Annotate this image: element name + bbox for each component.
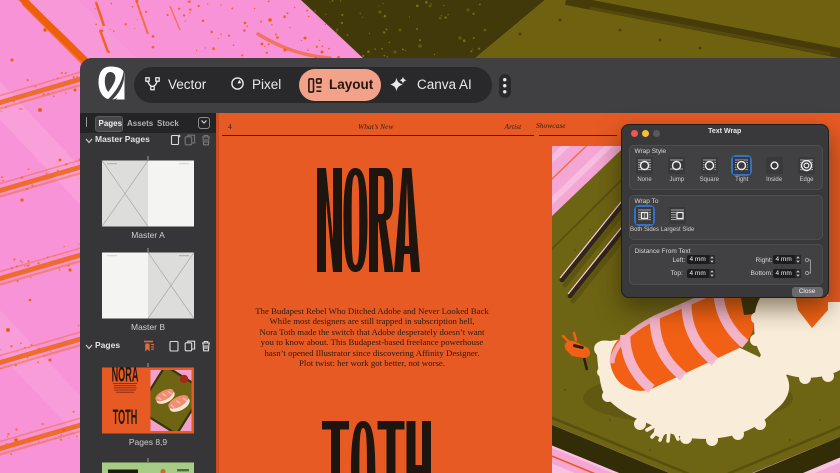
svg-text:TOTH: TOTH <box>113 406 138 429</box>
